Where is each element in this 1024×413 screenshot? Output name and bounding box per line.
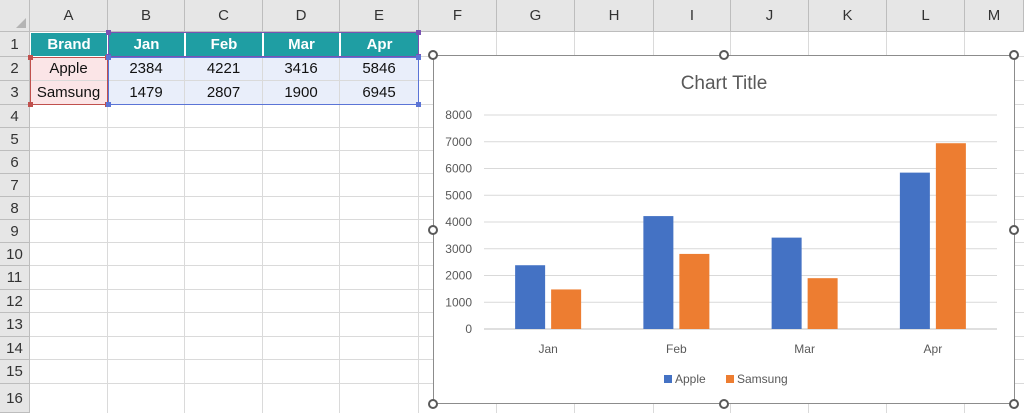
bar-apple-apr[interactable] [899,172,930,329]
spreadsheet: ABCDEFGHIJKLM 1 2 3 4 5 6 7 8 9 10 11 12 13 14 15 16 Br… [0,0,1024,413]
column-header-h[interactable]: H [575,0,654,32]
legend-swatch-apple [664,375,672,383]
row-header-8[interactable]: 8 [0,197,30,220]
y-tick-label: 2000 [445,269,472,283]
row-header-3[interactable]: 3 [0,81,30,105]
bar-apple-mar[interactable] [771,237,802,329]
value-cell[interactable]: 2384 [108,57,184,80]
x-tick-label: Apr [924,342,943,356]
chart-resize-handle[interactable] [428,50,438,60]
header-cell-feb[interactable]: Feb [185,32,263,57]
value-cell[interactable]: 5846 [340,57,418,80]
column-header-b[interactable]: B [108,0,185,32]
row-header-16[interactable]: 16 [0,384,30,413]
row-header-2[interactable]: 2 [0,57,30,81]
brand-cell[interactable]: Apple [30,57,107,80]
chart-resize-handle[interactable] [719,50,729,60]
row-header-7[interactable]: 7 [0,174,30,197]
bar-samsung-mar[interactable] [807,278,838,329]
value-cell[interactable]: 2807 [185,81,262,104]
y-tick-label: 1000 [445,295,472,309]
row-header-6[interactable]: 6 [0,151,30,174]
row-header-10[interactable]: 10 [0,243,30,266]
row-header-12[interactable]: 12 [0,290,30,313]
row-header-14[interactable]: 14 [0,337,30,360]
value-cell[interactable]: 6945 [340,81,418,104]
row-header-1[interactable]: 1 [0,32,30,57]
chart-resize-handle[interactable] [719,399,729,409]
column-header-d[interactable]: D [263,0,340,32]
value-cell[interactable]: 1479 [108,81,184,104]
column-header-k[interactable]: K [809,0,887,32]
column-header-a[interactable]: A [30,0,108,32]
bar-apple-jan[interactable] [515,265,546,329]
gridline-vertical [418,32,419,413]
y-tick-label: 8000 [445,108,472,122]
y-tick-label: 4000 [445,215,472,229]
bar-samsung-apr[interactable] [935,143,966,329]
row-header-4[interactable]: 4 [0,105,30,128]
row-header-11[interactable]: 11 [0,266,30,290]
column-header-e[interactable]: E [340,0,419,32]
y-tick-label: 0 [465,322,472,336]
column-header-m[interactable]: M [965,0,1024,32]
column-chart[interactable]: Chart Title 0 1000 2000 3000 4000 5000 6000 7000… [433,55,1015,404]
chart-resize-handle[interactable] [428,399,438,409]
chart-resize-handle[interactable] [1009,399,1019,409]
value-cell[interactable]: 3416 [263,57,339,80]
bar-samsung-feb[interactable] [679,253,710,329]
row-header-13[interactable]: 13 [0,313,30,337]
brand-cell[interactable]: Samsung [30,81,107,104]
row-header-5[interactable]: 5 [0,128,30,151]
legend-swatch-samsung [726,375,734,383]
column-header-j[interactable]: J [731,0,809,32]
chart-canvas: Chart Title 0 1000 2000 3000 4000 5000 6000 7000… [445,73,997,386]
chart-resize-handle[interactable] [428,224,438,235]
header-cell-jan[interactable]: Jan [108,32,185,57]
column-header-l[interactable]: L [887,0,965,32]
legend-label-samsung[interactable]: Samsung [737,372,788,386]
header-cell-brand[interactable]: Brand [30,32,108,57]
y-tick-label: 3000 [445,242,472,256]
header-cell-mar[interactable]: Mar [263,32,340,57]
row-header-9[interactable]: 9 [0,220,30,243]
y-tick-label: 5000 [445,188,472,202]
bar-samsung-jan[interactable] [551,289,582,329]
x-tick-label: Feb [666,342,687,356]
row-header-15[interactable]: 15 [0,360,30,384]
bar-apple-feb[interactable] [643,216,674,329]
column-header-g[interactable]: G [497,0,575,32]
column-header-c[interactable]: C [185,0,263,32]
chart-resize-handle[interactable] [1009,50,1019,60]
column-header-f[interactable]: F [419,0,497,32]
header-cell-apr[interactable]: Apr [340,32,419,57]
chart-title[interactable]: Chart Title [681,73,768,94]
value-cell[interactable]: 1900 [263,81,339,104]
x-tick-label: Jan [538,342,557,356]
value-cell[interactable]: 4221 [185,57,262,80]
y-tick-label: 7000 [445,135,472,149]
y-tick-label: 6000 [445,162,472,176]
x-tick-label: Mar [794,342,815,356]
legend-label-apple[interactable]: Apple [675,372,706,386]
column-header-i[interactable]: I [654,0,731,32]
select-all-corner[interactable] [0,0,30,32]
chart-resize-handle[interactable] [1009,224,1019,235]
select-all-triangle [16,18,26,28]
